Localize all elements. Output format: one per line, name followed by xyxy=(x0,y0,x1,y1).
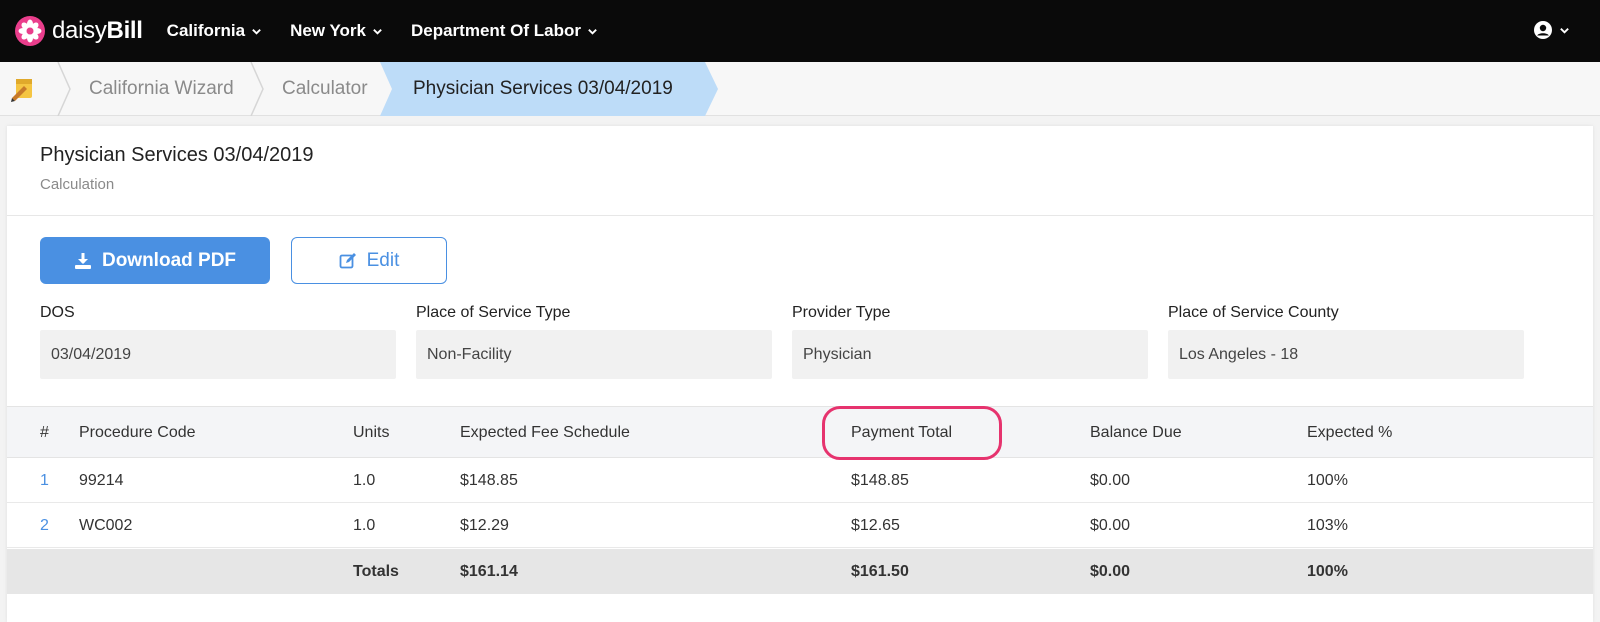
chevron-down-icon xyxy=(373,28,382,35)
breadcrumb: California Wizard Calculator Physician S… xyxy=(0,62,1600,116)
edit-icon xyxy=(339,252,356,268)
provider-type-value: Physician xyxy=(792,330,1148,379)
provider-type-label: Provider Type xyxy=(792,304,891,321)
payment-total-highlight-annotation xyxy=(822,406,1002,460)
procedure-code: 99214 xyxy=(79,472,124,489)
chevron-down-icon xyxy=(1560,27,1569,34)
table-totals-row: Totals $161.14 $161.50 $0.00 100% xyxy=(7,549,1593,594)
balance-due: $0.00 xyxy=(1090,517,1131,534)
expected-percent: 100% xyxy=(1307,472,1348,489)
payment-total: $12.65 xyxy=(851,517,900,534)
col-expected-percent: Expected % xyxy=(1307,424,1393,441)
dos-value: 03/04/2019 xyxy=(40,330,396,379)
download-icon xyxy=(74,252,91,269)
pencil-note-icon[interactable] xyxy=(10,76,36,102)
nav-department-of-labor[interactable]: Department Of Labor xyxy=(411,21,598,41)
user-menu[interactable] xyxy=(1533,20,1570,40)
breadcrumb-separator xyxy=(250,62,264,116)
breadcrumb-calculator[interactable]: Calculator xyxy=(282,62,368,116)
breadcrumb-california-wizard[interactable]: California Wizard xyxy=(89,62,234,116)
breadcrumb-separator xyxy=(57,62,71,116)
chevron-down-icon xyxy=(588,28,597,35)
edit-label: Edit xyxy=(366,249,400,271)
expected-percent: 103% xyxy=(1307,517,1348,534)
balance-due: $0.00 xyxy=(1090,472,1131,489)
daisy-flower-icon xyxy=(15,16,45,46)
expected-fee: $148.85 xyxy=(460,472,518,489)
units: 1.0 xyxy=(353,517,376,534)
row-number-link[interactable]: 2 xyxy=(40,503,49,548)
nav-dol-label: Department Of Labor xyxy=(410,21,582,40)
col-number: # xyxy=(40,424,49,441)
user-circle-icon xyxy=(1534,21,1552,39)
place-of-service-county-value: Los Angeles - 18 xyxy=(1168,330,1524,379)
nav-california-label: California xyxy=(166,21,246,40)
total-payment: $161.50 xyxy=(851,563,909,580)
download-pdf-button[interactable]: Download PDF xyxy=(40,237,270,284)
download-pdf-label: Download PDF xyxy=(101,249,237,271)
card-header: Physician Services 03/04/2019 Calculatio… xyxy=(7,126,1593,216)
daisybill-logo[interactable]: daisyBill xyxy=(14,15,143,47)
payment-total: $148.85 xyxy=(851,472,909,489)
page-subtitle: Calculation xyxy=(40,176,115,193)
place-of-service-type-label: Place of Service Type xyxy=(416,304,571,321)
expected-fee: $12.29 xyxy=(460,517,509,534)
dos-label: DOS xyxy=(40,304,75,321)
units: 1.0 xyxy=(353,472,376,489)
breadcrumb-active-label: Physician Services 03/04/2019 xyxy=(413,78,673,99)
breadcrumb-active: Physician Services 03/04/2019 xyxy=(380,62,720,116)
total-balance-due: $0.00 xyxy=(1090,563,1131,580)
top-navbar: daisyBill California New York Department… xyxy=(0,0,1600,62)
col-procedure-code: Procedure Code xyxy=(79,424,196,441)
place-of-service-county-label: Place of Service County xyxy=(1168,304,1339,321)
table-header: # Procedure Code Units Expected Fee Sche… xyxy=(7,406,1593,458)
logo-text: daisyBill xyxy=(52,17,143,44)
total-expected-fee: $161.14 xyxy=(460,563,518,580)
row-number-link[interactable]: 1 xyxy=(40,458,49,503)
col-balance-due: Balance Due xyxy=(1090,424,1182,441)
page-title: Physician Services 03/04/2019 xyxy=(40,144,314,166)
edit-button[interactable]: Edit xyxy=(291,237,447,284)
table-row: 2 WC002 1.0 $12.29 $12.65 $0.00 103% xyxy=(7,503,1593,548)
col-units: Units xyxy=(353,424,390,441)
place-of-service-type-value: Non-Facility xyxy=(416,330,772,379)
calculation-card: Physician Services 03/04/2019 Calculatio… xyxy=(7,126,1593,622)
procedure-code: WC002 xyxy=(79,517,133,534)
chevron-down-icon xyxy=(252,28,261,35)
nav-california[interactable]: California xyxy=(167,21,262,41)
table-row: 1 99214 1.0 $148.85 $148.85 $0.00 100% xyxy=(7,458,1593,503)
totals-label: Totals xyxy=(353,563,399,580)
nav-new-york-label: New York xyxy=(290,21,366,40)
total-expected-percent: 100% xyxy=(1307,563,1348,580)
col-expected-fee-schedule: Expected Fee Schedule xyxy=(460,424,630,441)
nav-new-york[interactable]: New York xyxy=(290,21,383,41)
